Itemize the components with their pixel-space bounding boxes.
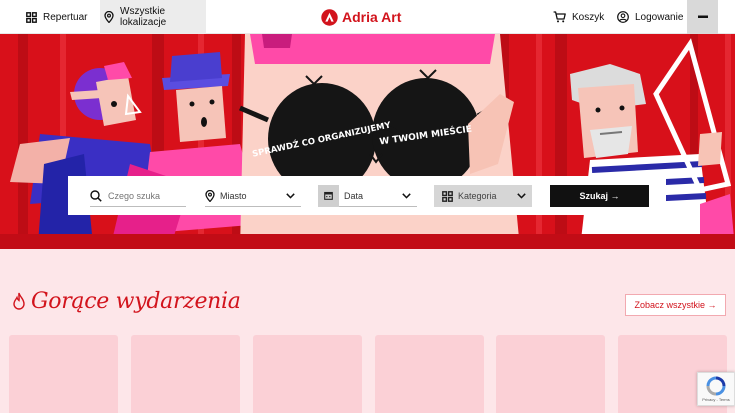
cart-label: Koszyk bbox=[572, 11, 605, 23]
adria-art-logo-icon bbox=[321, 8, 338, 26]
chevron-down-icon bbox=[402, 192, 411, 199]
login-link[interactable]: Logowanie bbox=[617, 0, 683, 34]
event-card[interactable] bbox=[9, 335, 118, 413]
repertoire-link[interactable]: Repertuar bbox=[26, 0, 87, 34]
search-input[interactable] bbox=[108, 190, 180, 201]
top-navigation-bar: Repertuar Wszystkie lokalizacje Adria Ar… bbox=[0, 0, 735, 34]
city-label: Miasto bbox=[220, 190, 247, 201]
cart-link[interactable]: Koszyk bbox=[553, 0, 604, 34]
repertoire-label: Repertuar bbox=[43, 11, 88, 23]
event-card[interactable] bbox=[496, 335, 605, 413]
hot-events-heading: Gorące wydarzenia bbox=[12, 289, 241, 314]
date-picker[interactable]: Data bbox=[318, 184, 417, 207]
event-card[interactable] bbox=[375, 335, 484, 413]
event-card[interactable] bbox=[253, 335, 362, 413]
hero-bottom-band bbox=[0, 234, 735, 249]
location-pin-icon bbox=[104, 11, 114, 23]
site-logo[interactable]: Adria Art bbox=[321, 0, 401, 34]
chevron-down-icon bbox=[517, 193, 526, 199]
menu-button[interactable] bbox=[687, 0, 718, 34]
login-label: Logowanie bbox=[635, 11, 684, 23]
cart-icon bbox=[553, 11, 566, 23]
locations-label: Wszystkie lokalizacje bbox=[120, 6, 167, 28]
recaptcha-text: Privacy - Terms bbox=[702, 397, 730, 402]
date-label: Data bbox=[344, 190, 364, 201]
hero-illustration: SPRAWDŹ CO ORGANIZUJEMY W TWOIM MIEŚCIE bbox=[10, 34, 735, 249]
recaptcha-icon bbox=[706, 376, 726, 396]
calendar-icon bbox=[318, 184, 339, 207]
chevron-down-icon bbox=[286, 192, 295, 199]
city-select[interactable]: Miasto bbox=[205, 185, 301, 207]
locations-selector[interactable]: Wszystkie lokalizacje bbox=[100, 0, 206, 34]
event-card[interactable] bbox=[131, 335, 240, 413]
grid-icon bbox=[26, 11, 37, 23]
flame-icon bbox=[13, 292, 25, 310]
category-label: Kategoria bbox=[458, 191, 497, 201]
search-button[interactable]: Szukaj → bbox=[550, 185, 649, 207]
see-all-button[interactable]: Zobacz wszystkie → bbox=[625, 294, 726, 316]
hamburger-icon bbox=[697, 15, 708, 18]
search-icon bbox=[90, 189, 102, 202]
search-panel: Miasto Data Kategoria Szukaj → bbox=[68, 176, 666, 215]
query-field[interactable] bbox=[90, 185, 186, 207]
logo-text: Adria Art bbox=[342, 9, 402, 25]
category-select[interactable]: Kategoria bbox=[434, 185, 532, 207]
user-icon bbox=[617, 11, 629, 23]
recaptcha-badge[interactable]: Privacy - Terms bbox=[697, 372, 735, 406]
grid-icon bbox=[442, 190, 453, 202]
hero-banner: SPRAWDŹ CO ORGANIZUJEMY W TWOIM MIEŚCIE bbox=[0, 34, 735, 249]
hot-events-title: Gorące wydarzenia bbox=[31, 289, 241, 314]
location-pin-icon bbox=[205, 189, 215, 202]
